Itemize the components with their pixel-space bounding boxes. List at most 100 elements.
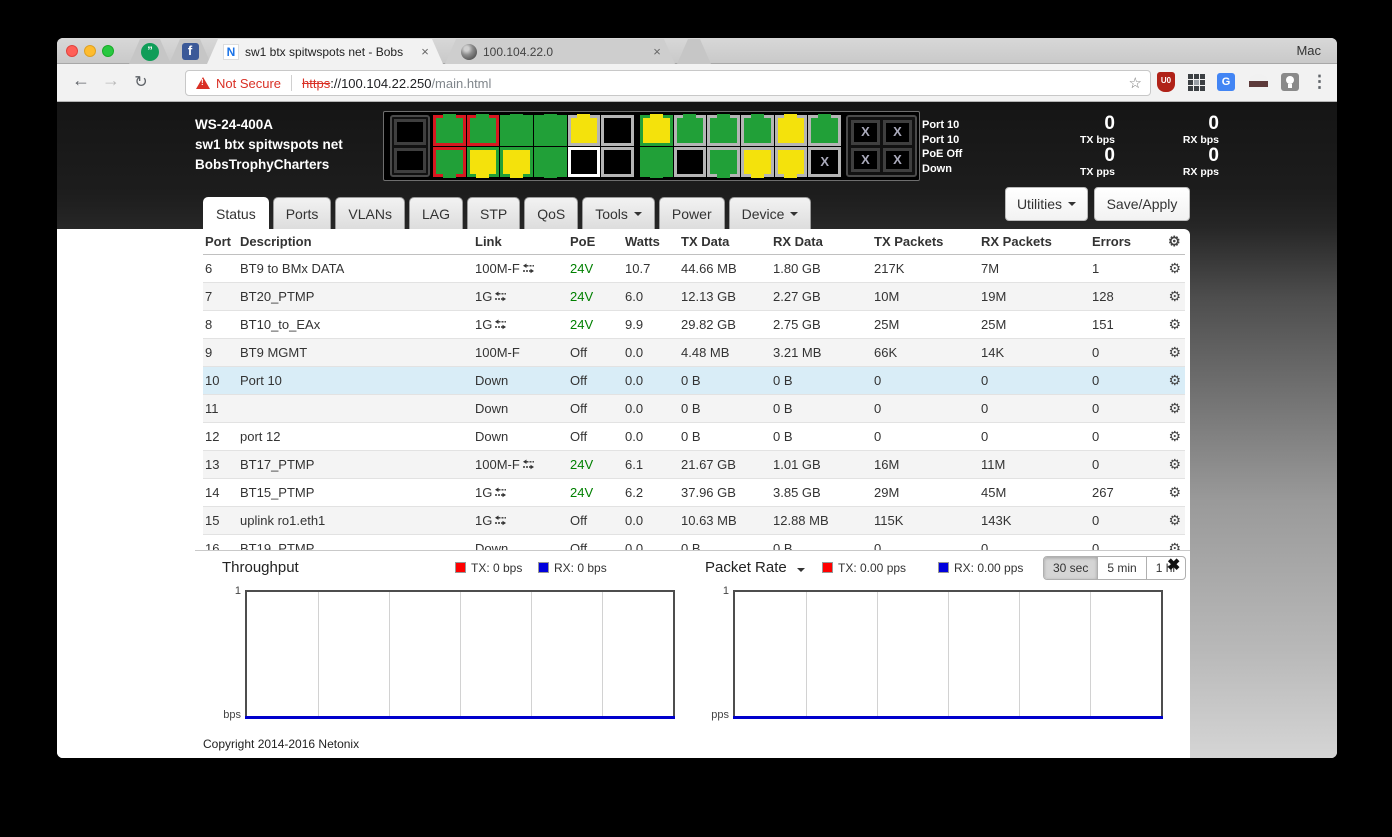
packet-rate-chart-title[interactable]: Packet Rate: [705, 559, 805, 576]
port-18[interactable]: [707, 147, 740, 178]
utilities-button[interactable]: Utilities: [1005, 187, 1088, 221]
translate-extension-icon[interactable]: G: [1215, 72, 1237, 94]
chrome-menu-icon[interactable]: ⋮: [1311, 72, 1328, 92]
port-status-table: PortDescriptionLinkPoEWattsTX DataRX Dat…: [203, 229, 1185, 563]
disabled-port[interactable]: X: [851, 148, 880, 173]
back-button[interactable]: ←: [69, 70, 93, 91]
sfp-port[interactable]: [394, 148, 426, 174]
table-settings-gear-icon[interactable]: ⚙: [1166, 229, 1185, 254]
disabled-port[interactable]: X: [851, 120, 880, 145]
port-19[interactable]: [741, 115, 774, 146]
row-settings-gear-icon[interactable]: ⚙: [1166, 422, 1185, 450]
row-settings-gear-icon[interactable]: ⚙: [1166, 310, 1185, 338]
tab-power[interactable]: Power: [659, 197, 725, 229]
not-secure-label[interactable]: Not Secure: [216, 76, 281, 91]
port-22[interactable]: [775, 147, 808, 178]
port-9[interactable]: [568, 115, 601, 146]
port-15[interactable]: [674, 115, 707, 146]
tab-close-icon[interactable]: ×: [417, 44, 433, 59]
tab-vlans[interactable]: VLANs: [335, 197, 405, 229]
port-5[interactable]: [500, 115, 533, 146]
row-settings-gear-icon[interactable]: ⚙: [1166, 366, 1185, 394]
tx-packets: 0: [872, 394, 979, 422]
port-14[interactable]: [640, 147, 673, 178]
tab-device[interactable]: Device: [729, 197, 812, 229]
port-11[interactable]: [601, 115, 634, 146]
rx-data: 3.21 MB: [771, 338, 872, 366]
tab-ports[interactable]: Ports: [273, 197, 332, 229]
window-minimize-button[interactable]: [84, 45, 96, 57]
row-settings-gear-icon[interactable]: ⚙: [1166, 478, 1185, 506]
packet-rate-y-max-label: 1: [689, 585, 729, 597]
table-row-port-9[interactable]: 9BT9 MGMT100M-FOff0.04.48 MB3.21 MB66K14…: [203, 338, 1185, 366]
disabled-port[interactable]: X: [883, 148, 912, 173]
security-warning-icon[interactable]: [196, 77, 210, 89]
rx-packets: 143K: [979, 506, 1090, 534]
tx-bps-value: 0: [1019, 114, 1115, 134]
tx-data: 10.63 MB: [679, 506, 771, 534]
tx-data: 12.13 GB: [679, 282, 771, 310]
tab-qos[interactable]: QoS: [524, 197, 578, 229]
new-tab-button[interactable]: [677, 39, 711, 64]
table-row-port-6[interactable]: 6BT9 to BMx DATA100M-F24V10.744.66 MB1.8…: [203, 254, 1185, 282]
bookmark-star-icon[interactable]: ☆: [1129, 74, 1142, 92]
reload-button[interactable]: ↻: [129, 72, 153, 92]
tab-stp[interactable]: STP: [467, 197, 520, 229]
port-6[interactable]: [500, 147, 533, 178]
table-row-port-13[interactable]: 13BT17_PTMP100M-F24V6.121.67 GB1.01 GB16…: [203, 450, 1185, 478]
port-12[interactable]: [601, 147, 634, 178]
port-number: 14: [203, 478, 238, 506]
port-24[interactable]: X: [808, 147, 841, 178]
tab-lag[interactable]: LAG: [409, 197, 463, 229]
pinned-tab-facebook[interactable]: f: [169, 39, 211, 64]
port-4[interactable]: [467, 147, 500, 178]
lightbulb-extension-icon[interactable]: [1279, 72, 1301, 94]
port-7[interactable]: [534, 115, 567, 146]
port-21[interactable]: [775, 115, 808, 146]
rx-data: 0 B: [771, 394, 872, 422]
tab-status[interactable]: Status: [203, 197, 269, 229]
sfp-port[interactable]: [394, 119, 426, 145]
port-23[interactable]: [808, 115, 841, 146]
table-row-port-7[interactable]: 7BT20_PTMP1G24V6.012.13 GB2.27 GB10M19M1…: [203, 282, 1185, 310]
port-2[interactable]: [433, 147, 466, 178]
disabled-port[interactable]: X: [883, 120, 912, 145]
port-13[interactable]: [640, 115, 673, 146]
table-row-port-14[interactable]: 14BT15_PTMP1G24V6.237.96 GB3.85 GB29M45M…: [203, 478, 1185, 506]
close-icon[interactable]: ✖: [1167, 555, 1180, 575]
row-settings-gear-icon[interactable]: ⚙: [1166, 254, 1185, 282]
row-settings-gear-icon[interactable]: ⚙: [1166, 282, 1185, 310]
port-8[interactable]: [534, 147, 567, 178]
pinned-tab-hangouts[interactable]: ”: [129, 39, 171, 64]
time-range-5-min[interactable]: 5 min: [1098, 557, 1146, 579]
ublock-extension-icon[interactable]: U0: [1155, 72, 1177, 94]
table-row-port-15[interactable]: 15uplink ro1.eth11GOff0.010.63 MB12.88 M…: [203, 506, 1185, 534]
port-17[interactable]: [707, 115, 740, 146]
browser-tab-active[interactable]: N sw1 btx spitwspots net - Bobs ×: [207, 39, 443, 64]
window-zoom-button[interactable]: [102, 45, 114, 57]
window-close-button[interactable]: [66, 45, 78, 57]
table-row-port-12[interactable]: 12port 12DownOff0.00 B0 B000⚙: [203, 422, 1185, 450]
row-settings-gear-icon[interactable]: ⚙: [1166, 338, 1185, 366]
port-16[interactable]: [674, 147, 707, 178]
table-row-port-8[interactable]: 8BT10_to_EAx1G24V9.929.82 GB2.75 GB25M25…: [203, 310, 1185, 338]
port-10-selected[interactable]: [568, 147, 601, 178]
time-range-30-sec[interactable]: 30 sec: [1044, 557, 1098, 579]
table-header-row: PortDescriptionLinkPoEWattsTX DataRX Dat…: [203, 229, 1185, 254]
tab-tools[interactable]: Tools: [582, 197, 655, 229]
port-20[interactable]: [741, 147, 774, 178]
mask-extension-icon[interactable]: [1247, 72, 1269, 94]
address-bar[interactable]: Not Secure https ://100.104.22.250 /main…: [185, 70, 1151, 96]
port-3[interactable]: [467, 115, 500, 146]
row-settings-gear-icon[interactable]: ⚙: [1166, 394, 1185, 422]
tab-close-icon[interactable]: ×: [649, 44, 665, 59]
grid-extension-icon[interactable]: [1185, 72, 1207, 94]
port-1[interactable]: [433, 115, 466, 146]
row-settings-gear-icon[interactable]: ⚙: [1166, 450, 1185, 478]
port-description: port 12: [238, 422, 473, 450]
table-row-port-11[interactable]: 11DownOff0.00 B0 B000⚙: [203, 394, 1185, 422]
table-row-port-10[interactable]: 10Port 10DownOff0.00 B0 B000⚙: [203, 366, 1185, 394]
browser-tab-inactive[interactable]: 100.104.22.0 ×: [445, 39, 675, 64]
row-settings-gear-icon[interactable]: ⚙: [1166, 506, 1185, 534]
save-apply-button[interactable]: Save/Apply: [1094, 187, 1190, 221]
